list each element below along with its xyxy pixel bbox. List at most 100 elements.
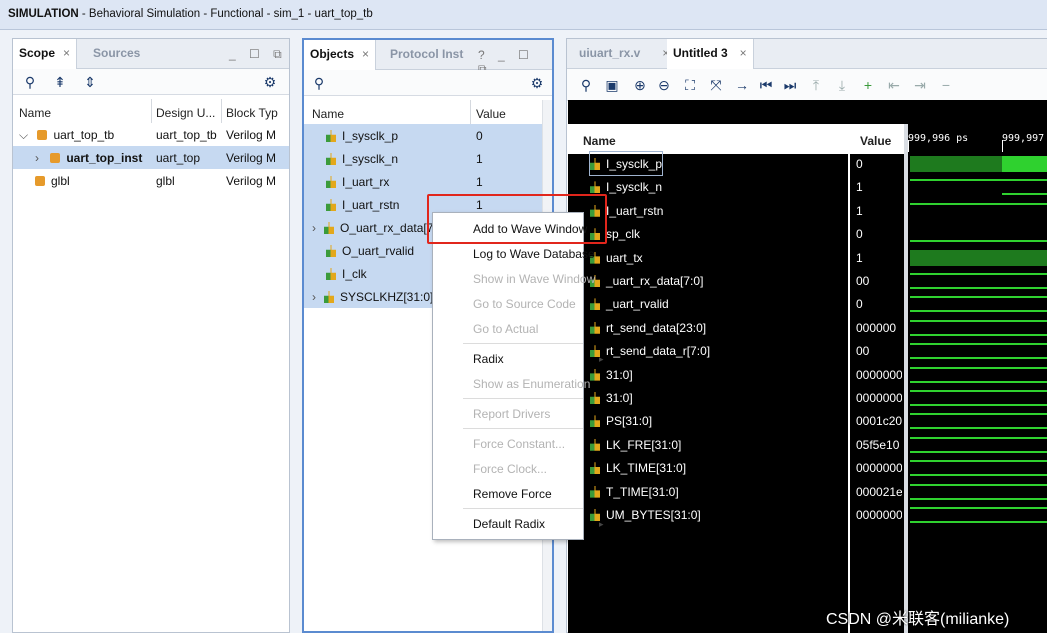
wave-row-name[interactable]: uart_tx — [590, 246, 643, 269]
tab-untitled-3[interactable]: Untitled 3 × — [667, 39, 754, 69]
menu-force-constant[interactable]: Force Constant... — [473, 437, 565, 451]
menu-radix[interactable]: Radix — [473, 352, 504, 366]
object-name: I_sysclk_p — [342, 129, 399, 143]
table-row[interactable]: I_sysclk_p 0 — [304, 124, 542, 147]
chevron-right-icon[interactable]: › — [312, 221, 316, 235]
wave-row-name[interactable]: LK_TIME[31:0] — [590, 456, 686, 479]
prev-marker-icon[interactable]: ⇤ — [885, 76, 903, 94]
cursor-icon[interactable]: ⤧ — [707, 76, 725, 94]
wave-signal-name: PS[31:0] — [606, 414, 653, 429]
go-cursor-icon[interactable]: → — [733, 76, 751, 94]
wave-signal-name: I_sysclk_n — [606, 180, 663, 195]
scope-name: glbl — [51, 174, 70, 188]
wave-row-name[interactable]: PS[31:0] — [590, 409, 652, 432]
next-marker-icon[interactable]: ⇥ — [911, 76, 929, 94]
wave-toolbar: ⚲ ▣ ⊕ ⊖ ⛶ ⤧ → ⏮ ⏭ ⤒ ⤓ + ⇤ ⇥ − — [567, 69, 1047, 101]
collapse-all-icon[interactable]: ⇞ — [51, 73, 69, 91]
title-rest: - Behavioral Simulation - Functional - s… — [78, 8, 373, 20]
wave-col-name[interactable]: Name — [583, 131, 616, 151]
table-row[interactable]: glbl glbl Verilog M — [13, 169, 289, 192]
wave-signal-name: I_uart_rstn — [606, 203, 664, 218]
col-name[interactable]: Name — [19, 103, 51, 123]
signal-icon — [326, 268, 336, 280]
search-icon[interactable]: ⚲ — [577, 76, 595, 94]
wave-highlight — [1002, 156, 1047, 172]
object-name: O_uart_rvalid — [342, 244, 415, 258]
time-label-1: 999,996 ps — [908, 133, 969, 144]
menu-show-in-wave[interactable]: Show in Wave Window — [473, 272, 595, 286]
chevron-down-icon[interactable]: ⌵ — [19, 128, 28, 142]
wave-row-name[interactable]: _uart_rvalid — [590, 292, 669, 315]
wave-signal-name: 31:0] — [606, 367, 633, 382]
tab-objects[interactable]: Objects × — [304, 40, 377, 70]
menu-show-enum[interactable]: Show as Enumeration — [473, 377, 590, 391]
window-controls[interactable]: _ ☐ ⧉ — [229, 47, 287, 62]
tab-untitled-label: Untitled 3 — [673, 46, 728, 60]
wave-row-name[interactable]: 31:0] — [590, 386, 633, 409]
prev-edge-icon[interactable]: ⤒ — [807, 76, 825, 94]
zoom-fit-icon[interactable]: ⛶ — [681, 76, 699, 94]
save-icon[interactable]: ▣ — [603, 76, 621, 94]
scope-design: glbl — [156, 174, 175, 188]
module-icon — [35, 176, 45, 186]
table-row[interactable]: I_sysclk_n 1 — [304, 147, 542, 170]
tab-uiuart-rx[interactable]: uiuart_rx.v × — [573, 39, 675, 69]
wave-header — [568, 124, 904, 154]
signal-icon — [590, 368, 600, 381]
next-edge-icon[interactable]: ⤓ — [833, 76, 851, 94]
zoom-out-icon[interactable]: ⊖ — [655, 76, 673, 94]
waveform-trace — [910, 390, 1047, 392]
menu-log-to-wave-db[interactable]: Log to Wave Database — [473, 247, 595, 261]
menu-report-drivers[interactable]: Report Drivers — [473, 407, 550, 421]
menu-default-radix[interactable]: Default Radix — [473, 517, 545, 531]
menu-remove-force[interactable]: Remove Force — [473, 487, 552, 501]
window-title: SIMULATION - Behavioral Simulation - Fun… — [0, 0, 1047, 30]
tab-scope[interactable]: Scope × — [13, 39, 78, 69]
go-start-icon[interactable]: ⏮ — [757, 76, 775, 94]
wave-row-name[interactable]: I_sysclk_p — [588, 151, 664, 176]
menu-go-to-source[interactable]: Go to Source Code — [473, 297, 576, 311]
signal-icon — [326, 199, 336, 211]
chevron-right-icon[interactable]: › — [35, 151, 39, 165]
wave-row-name[interactable]: rt_send_data_r[7:0] — [590, 339, 710, 362]
expand-all-icon[interactable]: ⇕ — [81, 73, 99, 91]
wave-row-name[interactable]: LK_FRE[31:0] — [590, 433, 681, 456]
waveform-trace — [910, 296, 1047, 299]
wave-row-name[interactable]: _uart_rx_data[7:0] — [590, 269, 703, 292]
signal-icon — [590, 181, 600, 194]
col-design-unit[interactable]: Design U... — [156, 103, 215, 123]
waveform-trace — [910, 287, 1047, 289]
chevron-right-icon[interactable]: › — [312, 290, 316, 304]
wave-col-value[interactable]: Value — [860, 131, 891, 151]
add-marker-icon[interactable]: + — [859, 76, 877, 94]
col-value[interactable]: Value — [476, 104, 506, 124]
wave-row-name[interactable]: T_TIME[31:0] — [590, 480, 679, 503]
gear-icon[interactable]: ⚙ — [528, 74, 546, 92]
wave-signal-value: 0000000 — [856, 461, 902, 476]
close-icon[interactable]: × — [740, 46, 747, 60]
table-row[interactable]: › uart_top_inst uart_top Verilog M — [13, 146, 289, 169]
search-icon[interactable]: ⚲ — [310, 74, 328, 92]
menu-go-to-actual[interactable]: Go to Actual — [473, 322, 538, 336]
more-icon[interactable]: − — [937, 76, 955, 94]
wave-row-name[interactable]: rt_send_data[23:0] — [590, 316, 706, 339]
table-row[interactable]: ⌵ uart_top_tb uart_top_tb Verilog M — [13, 123, 289, 146]
search-icon[interactable]: ⚲ — [21, 73, 39, 91]
close-icon[interactable]: × — [63, 46, 70, 60]
signal-icon — [326, 176, 336, 188]
col-block-type[interactable]: Block Typ — [226, 103, 278, 123]
table-row[interactable]: I_uart_rx 1 — [304, 170, 542, 193]
go-end-icon[interactable]: ⏭ — [781, 76, 799, 94]
gear-icon[interactable]: ⚙ — [261, 73, 279, 91]
wave-row-name[interactable]: 31:0] — [590, 363, 633, 386]
col-name[interactable]: Name — [312, 104, 344, 124]
tab-protocol-inst[interactable]: Protocol Inst — [384, 40, 469, 70]
scope-toolbar: ⚲ ⇞ ⇕ ⚙ — [13, 69, 289, 95]
zoom-in-icon[interactable]: ⊕ — [631, 76, 649, 94]
wave-row-name[interactable]: UM_BYTES[31:0] — [590, 503, 701, 526]
menu-force-clock[interactable]: Force Clock... — [473, 462, 547, 476]
scope-panel: Scope × Sources _ ☐ ⧉ ⚲ ⇞ ⇕ ⚙ Name Design… — [12, 38, 290, 633]
close-icon[interactable]: × — [362, 47, 369, 61]
tab-sources[interactable]: Sources — [87, 39, 146, 69]
signal-icon — [590, 485, 600, 498]
